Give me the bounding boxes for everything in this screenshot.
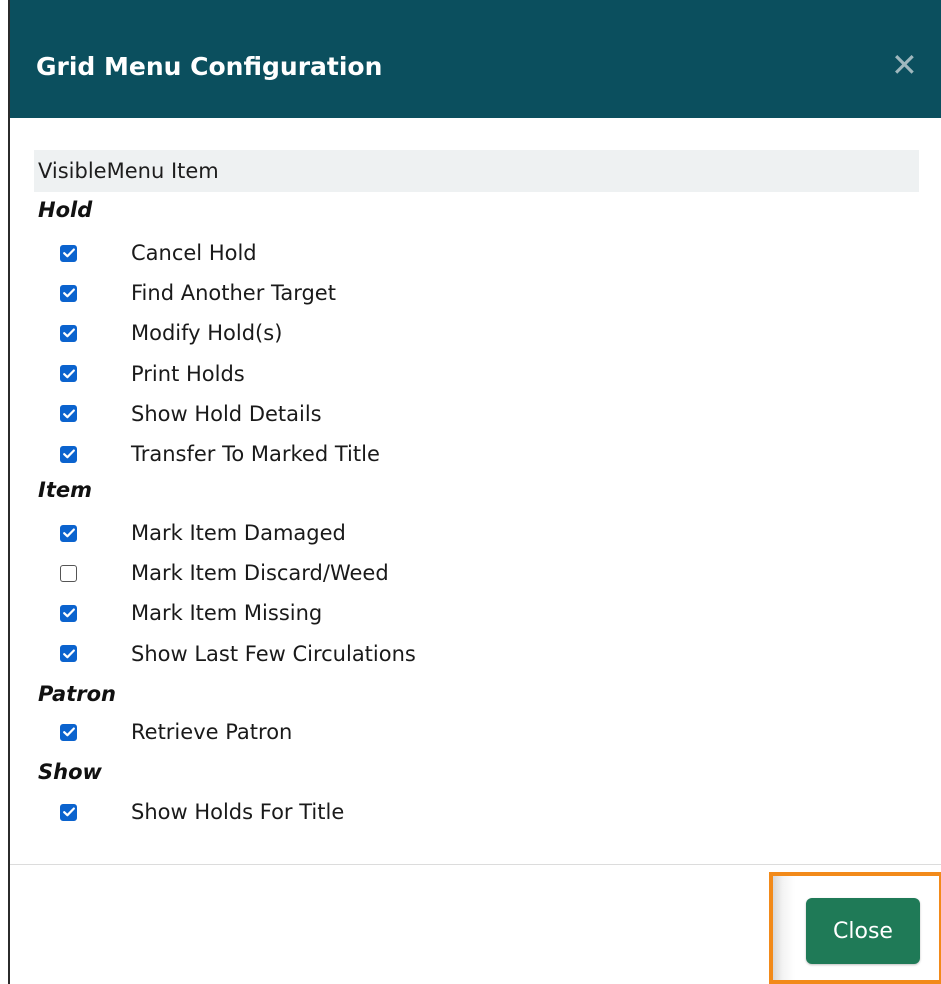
visible-checkbox[interactable] — [60, 244, 77, 262]
menu-item-label: Modify Hold(s) — [131, 321, 283, 346]
menu-item-label: Print Holds — [131, 361, 245, 386]
column-header-visible: Visible — [38, 159, 107, 183]
menu-item-row: Modify Hold(s) — [60, 318, 760, 348]
visible-checkbox[interactable] — [60, 524, 77, 542]
checkmark-icon — [62, 528, 75, 538]
menu-item-row: Mark Item Missing — [60, 598, 760, 628]
checkmark-icon — [62, 409, 75, 419]
menu-item-label: Retrieve Patron — [131, 720, 293, 744]
menu-item-row: Mark Item Damaged — [60, 518, 760, 548]
checkmark-icon — [62, 727, 75, 737]
checkmark-icon — [62, 248, 75, 258]
checkmark-icon — [62, 328, 75, 338]
menu-item-row: Find Another Target — [60, 278, 760, 308]
visible-checkbox[interactable] — [60, 284, 77, 302]
dialog-header: Grid Menu Configuration ✕ — [10, 0, 941, 118]
menu-item-label: Mark Item Discard/Weed — [131, 561, 389, 586]
column-header-menu-item: Menu Item — [106, 159, 219, 183]
visible-checkbox[interactable] — [60, 604, 77, 622]
menu-item-label: Mark Item Missing — [131, 601, 323, 626]
checkmark-icon — [62, 807, 75, 817]
group-header-item: Item — [38, 478, 92, 502]
menu-item-label: Show Hold Details — [131, 401, 322, 426]
menu-item-row: Retrieve Patron — [60, 717, 760, 747]
visible-checkbox[interactable] — [60, 564, 77, 582]
checkmark-icon — [62, 369, 75, 379]
checkmark-icon — [62, 608, 75, 618]
group-header-hold: Hold — [38, 198, 93, 222]
checkmark-icon — [62, 288, 75, 298]
footer-divider — [10, 864, 941, 865]
checkmark-icon — [62, 649, 75, 659]
visible-checkbox[interactable] — [60, 723, 77, 741]
menu-item-label: Show Holds For Title — [131, 800, 345, 824]
close-icon[interactable]: ✕ — [891, 49, 918, 81]
menu-item-row: Print Holds — [60, 359, 760, 389]
grid-column-header: Visible Menu Item — [34, 150, 919, 192]
menu-item-label: Mark Item Damaged — [131, 521, 346, 545]
group-header-show: Show — [38, 760, 102, 784]
menu-item-row: Show Hold Details — [60, 399, 760, 429]
group-header-patron: Patron — [38, 682, 116, 706]
close-button[interactable]: Close — [806, 898, 920, 964]
menu-item-row: Show Holds For Title — [60, 797, 760, 827]
menu-item-label: Cancel Hold — [131, 241, 257, 265]
visible-checkbox[interactable] — [60, 324, 77, 342]
visible-checkbox[interactable] — [60, 405, 77, 423]
menu-item-label: Transfer To Marked Title — [131, 442, 380, 466]
menu-item-label: Show Last Few Circulations — [131, 641, 416, 666]
dialog-title: Grid Menu Configuration — [36, 52, 383, 81]
menu-item-row: Transfer To Marked Title — [60, 439, 760, 469]
menu-item-row: Show Last Few Circulations — [60, 639, 760, 669]
visible-checkbox[interactable] — [60, 365, 77, 383]
visible-checkbox[interactable] — [60, 803, 77, 821]
checkmark-icon — [62, 449, 75, 459]
menu-item-label: Find Another Target — [131, 281, 336, 306]
visible-checkbox[interactable] — [60, 445, 77, 463]
visible-checkbox[interactable] — [60, 645, 77, 663]
menu-item-row: Cancel Hold — [60, 238, 760, 268]
grid-menu-configuration-dialog: Grid Menu Configuration ✕ Visible Menu It… — [8, 0, 941, 984]
menu-item-row: Mark Item Discard/Weed — [60, 558, 760, 588]
